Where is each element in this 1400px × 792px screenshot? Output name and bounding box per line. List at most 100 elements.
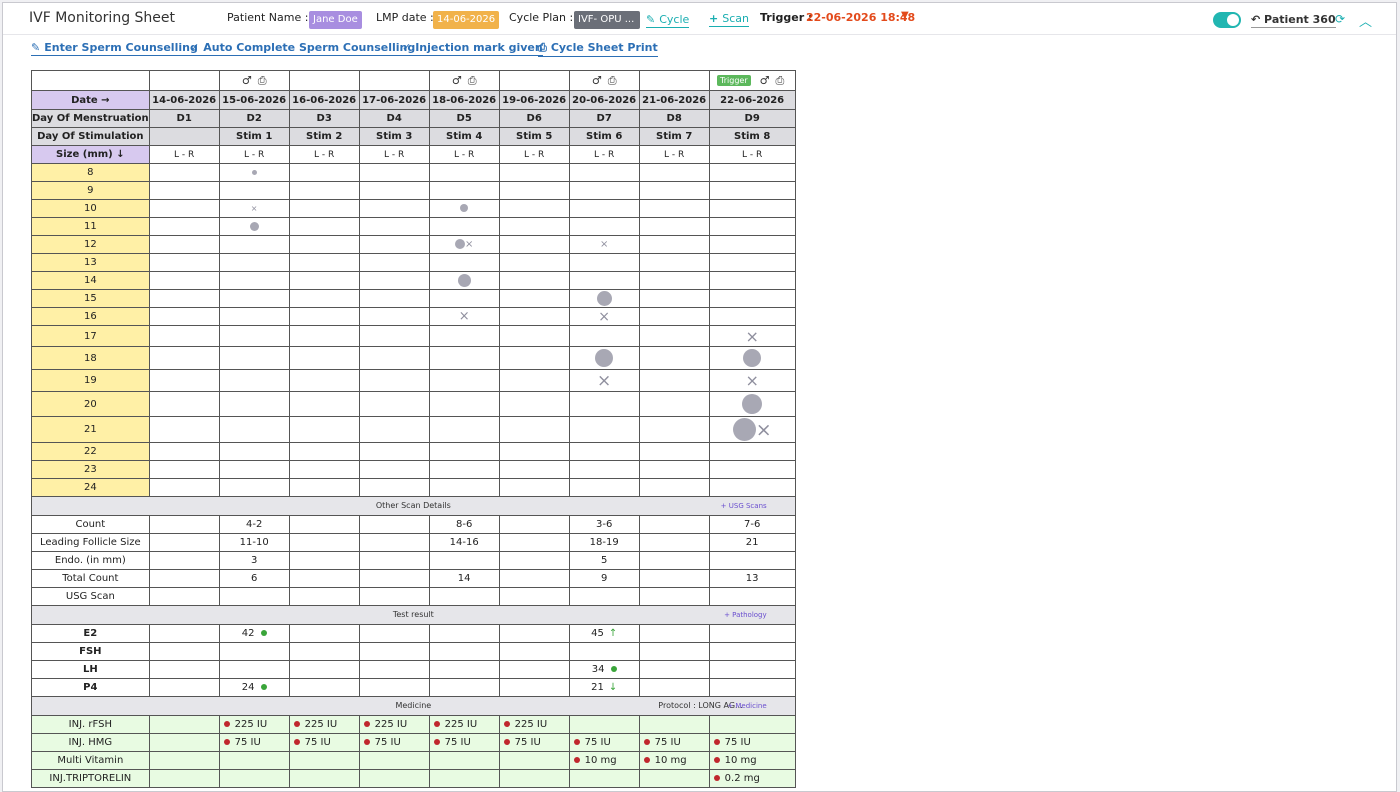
follicle-cell[interactable] bbox=[568, 460, 640, 479]
follicle-cell[interactable]: × bbox=[568, 235, 640, 254]
follicle-cell[interactable] bbox=[148, 217, 220, 236]
medicine-value-cell[interactable] bbox=[288, 769, 360, 788]
follicle-cell[interactable] bbox=[428, 416, 500, 443]
follicle-cell[interactable] bbox=[218, 235, 290, 254]
follicle-cell[interactable] bbox=[568, 478, 640, 497]
follicle-cell[interactable] bbox=[288, 289, 360, 308]
follicle-cell[interactable] bbox=[148, 369, 220, 392]
usg-scans-button[interactable]: + USG Scans bbox=[721, 498, 767, 515]
follicle-cell[interactable] bbox=[358, 307, 430, 326]
follicle-cell[interactable] bbox=[218, 442, 290, 461]
follicle-cell[interactable] bbox=[358, 369, 430, 392]
medicine-value-cell[interactable] bbox=[358, 769, 430, 788]
follicle-cell[interactable] bbox=[218, 478, 290, 497]
medicine-value-cell[interactable]: 75 IU bbox=[218, 733, 290, 752]
follicle-cell[interactable] bbox=[148, 199, 220, 218]
medicine-value-cell[interactable] bbox=[148, 715, 220, 734]
follicle-cell[interactable] bbox=[358, 253, 430, 272]
sperm-icon[interactable]: ♂ bbox=[242, 74, 252, 87]
collapse-icon[interactable]: ︿ bbox=[1359, 11, 1372, 30]
follicle-cell[interactable] bbox=[288, 217, 360, 236]
follicle-cell[interactable] bbox=[288, 346, 360, 370]
follicle-cell[interactable] bbox=[498, 235, 570, 254]
medicine-value-cell[interactable]: 225 IU bbox=[218, 715, 290, 734]
follicle-cell[interactable] bbox=[358, 271, 430, 290]
follicle-cell[interactable] bbox=[498, 253, 570, 272]
follicle-cell[interactable] bbox=[148, 346, 220, 370]
follicle-cell[interactable] bbox=[498, 325, 570, 347]
follicle-cell[interactable] bbox=[498, 181, 570, 200]
medicine-value-cell[interactable]: 0.2 mg bbox=[708, 769, 796, 788]
medicine-value-cell[interactable] bbox=[428, 769, 500, 788]
follicle-cell[interactable] bbox=[708, 307, 796, 326]
sperm-icon[interactable]: ♂ bbox=[452, 74, 462, 87]
follicle-cell[interactable] bbox=[428, 325, 500, 347]
follicle-cell[interactable] bbox=[358, 181, 430, 200]
sperm-icon[interactable]: ♂ bbox=[760, 74, 770, 87]
follicle-cell[interactable] bbox=[428, 391, 500, 417]
follicle-cell[interactable] bbox=[358, 217, 430, 236]
follicle-cell[interactable] bbox=[638, 181, 710, 200]
print-icon[interactable]: ⎙ bbox=[775, 74, 784, 87]
follicle-cell[interactable] bbox=[498, 307, 570, 326]
medicine-value-cell[interactable]: 225 IU bbox=[428, 715, 500, 734]
follicle-cell[interactable] bbox=[358, 235, 430, 254]
medicine-value-cell[interactable] bbox=[358, 751, 430, 770]
follicle-cell[interactable] bbox=[638, 235, 710, 254]
follicle-cell[interactable] bbox=[218, 460, 290, 479]
follicle-cell[interactable] bbox=[288, 235, 360, 254]
follicle-cell[interactable] bbox=[498, 289, 570, 308]
follicle-cell[interactable] bbox=[218, 181, 290, 200]
medicine-value-cell[interactable] bbox=[708, 715, 796, 734]
medicine-value-cell[interactable]: 75 IU bbox=[498, 733, 570, 752]
follicle-cell[interactable]: × bbox=[708, 369, 796, 392]
follicle-cell[interactable] bbox=[498, 369, 570, 392]
follicle-cell[interactable] bbox=[638, 271, 710, 290]
follicle-cell[interactable] bbox=[358, 460, 430, 479]
follicle-cell[interactable] bbox=[708, 181, 796, 200]
patient-360-link[interactable]: ↶ Patient 360 bbox=[1251, 13, 1336, 28]
follicle-cell[interactable] bbox=[708, 460, 796, 479]
medicine-value-cell[interactable] bbox=[498, 751, 570, 770]
follicle-cell[interactable] bbox=[568, 253, 640, 272]
cycle-link[interactable]: ✎ Cycle bbox=[646, 13, 690, 28]
medicine-value-cell[interactable] bbox=[148, 733, 220, 752]
follicle-cell[interactable] bbox=[498, 346, 570, 370]
follicle-cell[interactable] bbox=[428, 289, 500, 308]
medicine-value-cell[interactable] bbox=[148, 769, 220, 788]
follicle-cell[interactable] bbox=[218, 217, 290, 236]
medicine-value-cell[interactable]: 75 IU bbox=[428, 733, 500, 752]
medicine-value-cell[interactable] bbox=[218, 751, 290, 770]
medicine-value-cell[interactable]: 10 mg bbox=[708, 751, 796, 770]
auto-complete-sperm-link[interactable]: ✓ Auto Complete Sperm Counselling bbox=[190, 41, 416, 56]
follicle-cell[interactable] bbox=[148, 181, 220, 200]
follicle-cell[interactable] bbox=[708, 289, 796, 308]
follicle-cell[interactable] bbox=[428, 346, 500, 370]
follicle-cell[interactable] bbox=[498, 271, 570, 290]
follicle-cell[interactable] bbox=[148, 307, 220, 326]
follicle-cell[interactable] bbox=[218, 416, 290, 443]
refresh-icon[interactable]: ⟳ bbox=[1335, 12, 1345, 26]
follicle-cell[interactable] bbox=[568, 199, 640, 218]
follicle-cell[interactable] bbox=[708, 391, 796, 417]
medicine-value-cell[interactable]: 75 IU bbox=[708, 733, 796, 752]
follicle-cell[interactable] bbox=[568, 289, 640, 308]
follicle-cell[interactable] bbox=[638, 478, 710, 497]
follicle-cell[interactable] bbox=[288, 181, 360, 200]
medicine-value-cell[interactable]: 10 mg bbox=[638, 751, 710, 770]
print-icon[interactable]: ⎙ bbox=[258, 74, 267, 87]
follicle-cell[interactable] bbox=[638, 253, 710, 272]
follicle-cell[interactable] bbox=[148, 478, 220, 497]
medicine-value-cell[interactable] bbox=[218, 769, 290, 788]
follicle-cell[interactable] bbox=[288, 369, 360, 392]
follicle-cell[interactable] bbox=[218, 289, 290, 308]
follicle-cell[interactable] bbox=[288, 460, 360, 479]
follicle-cell[interactable] bbox=[428, 369, 500, 392]
follicle-cell[interactable] bbox=[148, 416, 220, 443]
follicle-cell[interactable] bbox=[358, 325, 430, 347]
medicine-value-cell[interactable] bbox=[498, 769, 570, 788]
follicle-cell[interactable] bbox=[358, 442, 430, 461]
follicle-cell[interactable] bbox=[218, 271, 290, 290]
follicle-cell[interactable]: × bbox=[708, 325, 796, 347]
follicle-cell[interactable] bbox=[638, 289, 710, 308]
